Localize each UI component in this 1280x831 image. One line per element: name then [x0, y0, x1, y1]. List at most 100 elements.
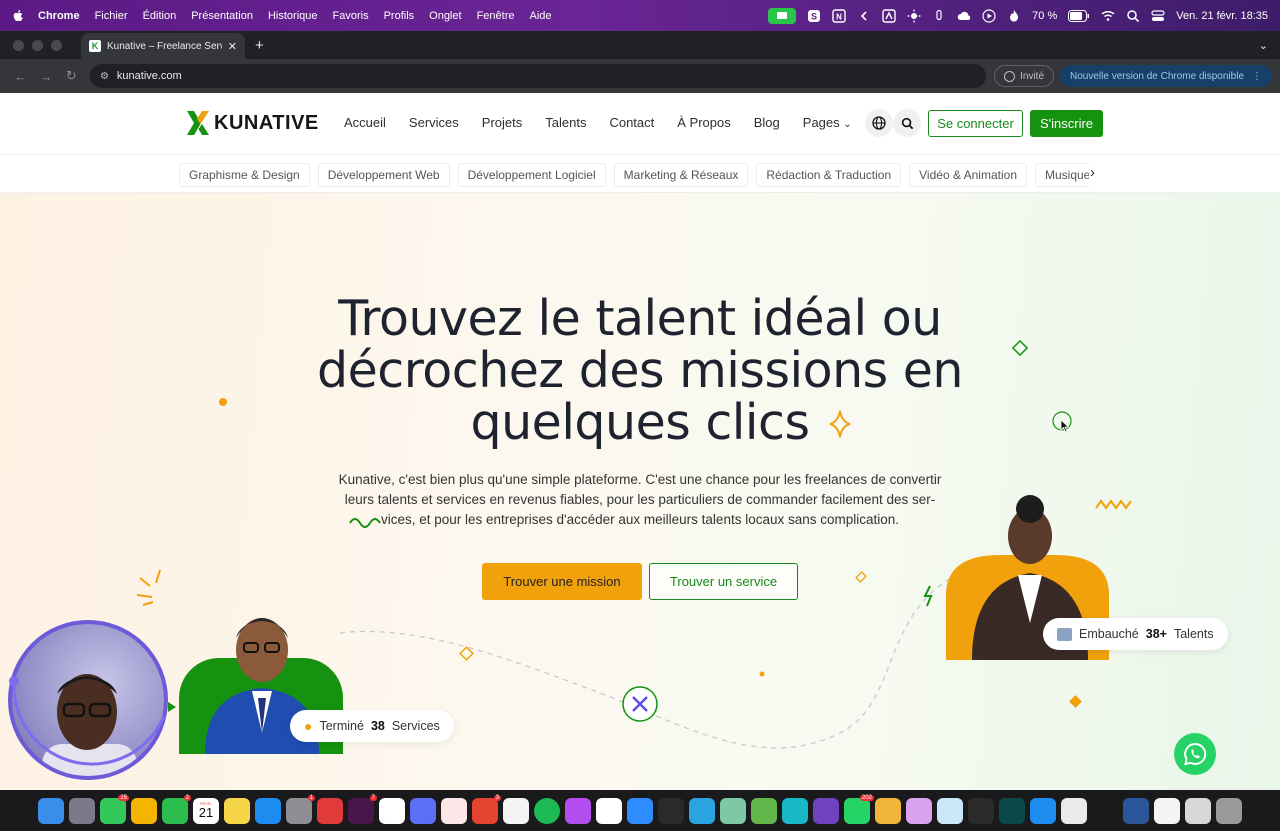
app-store-2-icon[interactable] [1030, 797, 1056, 824]
app-a-icon[interactable] [882, 8, 896, 23]
obsidian-icon[interactable] [813, 797, 839, 824]
instapaper-icon[interactable] [596, 797, 622, 824]
nav-contact[interactable]: Contact [609, 115, 654, 130]
menu-presentation[interactable]: Présentation [191, 10, 253, 22]
flame-icon[interactable] [1007, 9, 1021, 23]
whatsapp-chat-button[interactable] [1174, 733, 1216, 775]
menu-fichier[interactable]: Fichier [95, 10, 128, 22]
chrome-update-button[interactable]: Nouvelle version de Chrome disponible ⋮ [1060, 65, 1272, 87]
system-settings-icon[interactable]: 1 [286, 794, 315, 824]
zoom-window-button[interactable] [51, 39, 62, 51]
zoom-icon[interactable] [627, 797, 653, 824]
site-logo[interactable]: KUNATIVE [186, 110, 319, 136]
spotify-icon[interactable] [534, 797, 560, 824]
site-search-button[interactable] [893, 109, 921, 137]
category-graphisme[interactable]: Graphisme & Design [179, 163, 310, 187]
language-button[interactable] [865, 109, 893, 137]
tab-search-chevron-icon[interactable]: ⌄ [1259, 39, 1268, 52]
menu-historique[interactable]: Historique [268, 10, 318, 22]
nav-a-propos[interactable]: À Propos [677, 115, 730, 130]
figma-icon[interactable] [565, 797, 591, 824]
notion-dock-icon[interactable] [379, 797, 405, 824]
chrome-dock-icon[interactable] [503, 797, 529, 824]
chatgpt-icon[interactable] [968, 797, 994, 824]
menu-favoris[interactable]: Favoris [333, 10, 369, 22]
menu-edition[interactable]: Édition [143, 10, 177, 22]
menu-onglet[interactable]: Onglet [429, 10, 461, 22]
nav-projets[interactable]: Projets [482, 115, 522, 130]
control-center-icon[interactable] [1151, 9, 1165, 23]
close-tab-icon[interactable]: ✕ [228, 40, 237, 53]
word-icon[interactable] [1123, 797, 1149, 824]
forward-arrow-icon[interactable]: → [33, 69, 58, 84]
chrome-2-icon[interactable] [1154, 797, 1180, 824]
chevron-left-icon[interactable] [857, 9, 871, 23]
nav-blog[interactable]: Blog [754, 115, 780, 130]
finder-icon[interactable] [38, 797, 64, 824]
menu-profils[interactable]: Profils [384, 10, 415, 22]
airmail-icon[interactable] [317, 797, 343, 824]
login-button[interactable]: Se connecter [928, 110, 1023, 137]
address-bar[interactable]: ⚙ kunative.com [89, 64, 987, 88]
canva-icon[interactable] [782, 797, 808, 824]
todoist-icon[interactable]: 3 [472, 794, 501, 824]
find-service-button[interactable]: Trouver un service [649, 563, 798, 600]
battery-icon[interactable] [1068, 9, 1090, 22]
trash-icon[interactable] [1216, 797, 1242, 824]
whatsapp-dock-icon[interactable]: 202 [844, 794, 874, 824]
find-mission-button[interactable]: Trouver une mission [482, 563, 642, 600]
app-store-icon[interactable] [255, 797, 281, 824]
pocket-icon[interactable] [441, 797, 467, 824]
sun-icon[interactable] [907, 9, 921, 23]
maps-icon[interactable] [751, 797, 777, 824]
category-dev-logiciel[interactable]: Développement Logiciel [457, 163, 606, 187]
signup-button[interactable]: S'inscrire [1030, 110, 1103, 137]
preview-icon[interactable] [720, 797, 746, 824]
calendar-icon[interactable]: FÉVR. 21 [193, 797, 219, 824]
cloud-icon[interactable] [957, 9, 971, 23]
category-musique[interactable]: Musique & Audio [1035, 163, 1089, 187]
wifi-icon[interactable] [1101, 9, 1115, 23]
category-redaction[interactable]: Rédaction & Traduction [756, 163, 902, 187]
minimize-window-button[interactable] [32, 39, 43, 51]
nav-services[interactable]: Services [409, 115, 459, 130]
activity-icon[interactable] [1092, 797, 1118, 824]
menu-clock[interactable]: Ven. 21 févr. 18:35 [1176, 10, 1268, 22]
new-tab-icon[interactable]: + [255, 37, 264, 54]
textedit-icon[interactable] [1061, 797, 1087, 824]
openai-icon[interactable] [658, 797, 684, 824]
telegram-icon[interactable] [689, 797, 715, 824]
chevron-right-icon[interactable]: › [1090, 164, 1095, 181]
books-icon[interactable] [906, 797, 932, 824]
play-icon[interactable] [982, 8, 996, 23]
close-window-button[interactable] [13, 39, 24, 51]
menu-aide[interactable]: Aide [529, 10, 551, 22]
search-icon[interactable] [1126, 9, 1140, 23]
facetime-icon[interactable]: 2 [162, 794, 191, 824]
downloads-stack-icon[interactable] [1185, 797, 1211, 824]
site-settings-icon[interactable]: ⚙ [100, 71, 109, 82]
keka-icon[interactable] [937, 797, 963, 824]
archive-icon[interactable] [875, 797, 901, 824]
facetime-camera-icon[interactable] [768, 7, 797, 24]
reload-icon[interactable]: ↻ [59, 68, 84, 84]
notes-icon[interactable] [224, 797, 250, 824]
messages-icon[interactable]: 25 [100, 794, 129, 824]
launchpad-icon[interactable] [69, 797, 95, 824]
guest-profile-button[interactable]: Invité [994, 65, 1055, 87]
back-arrow-icon[interactable]: ← [8, 69, 33, 84]
nav-pages-dropdown[interactable]: Pages ⌄ [803, 115, 852, 130]
category-marketing[interactable]: Marketing & Réseaux [613, 163, 749, 187]
notion-icon[interactable]: N [832, 8, 846, 23]
menu-chrome[interactable]: Chrome [38, 10, 80, 22]
nav-talents[interactable]: Talents [545, 115, 586, 130]
kebab-menu-icon[interactable]: ⋮ [1252, 71, 1262, 82]
perplexity-icon[interactable] [410, 797, 436, 824]
status-s-icon[interactable]: S [807, 9, 821, 23]
microphone-icon[interactable] [932, 9, 946, 23]
apple-icon[interactable] [12, 9, 24, 23]
slack-icon[interactable]: 7 [348, 794, 377, 824]
category-dev-web[interactable]: Développement Web [317, 163, 450, 187]
menu-fenetre[interactable]: Fenêtre [477, 10, 515, 22]
category-video[interactable]: Vidéo & Animation [909, 163, 1027, 187]
